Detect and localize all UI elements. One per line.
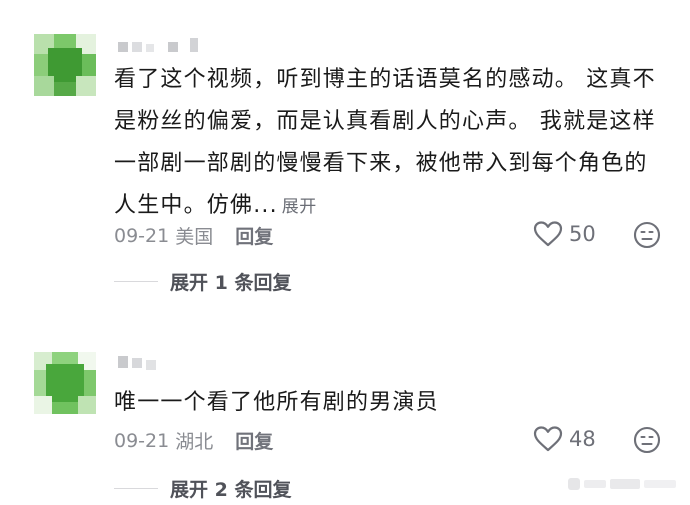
comment-body: 唯一一个看了他所有剧的男演员 bbox=[114, 390, 439, 415]
divider bbox=[114, 488, 158, 489]
comment-meta: 09-21 湖北 回复 bbox=[114, 427, 273, 454]
comment-location: 湖北 bbox=[175, 431, 214, 453]
comment-date: 09-21 bbox=[114, 429, 170, 452]
expand-replies-label: 展开 2 条回复 bbox=[170, 479, 292, 501]
comment-item: 唯一一个看了他所有剧的男演员 09-21 湖北 回复 48 展开 2 条回复 bbox=[0, 0, 690, 505]
like-button[interactable]: 48 bbox=[533, 425, 596, 453]
comment-text: 唯一一个看了他所有剧的男演员 bbox=[114, 382, 659, 424]
heart-outline-icon bbox=[533, 426, 563, 452]
reply-button[interactable]: 回复 bbox=[235, 427, 273, 454]
expand-replies-button[interactable]: 展开 2 条回复 bbox=[114, 475, 291, 502]
avatar[interactable] bbox=[34, 352, 96, 414]
like-count: 48 bbox=[569, 427, 596, 451]
watermark-logo bbox=[568, 478, 676, 490]
frown-face-icon[interactable] bbox=[633, 426, 661, 454]
username-blurred[interactable] bbox=[118, 354, 178, 376]
